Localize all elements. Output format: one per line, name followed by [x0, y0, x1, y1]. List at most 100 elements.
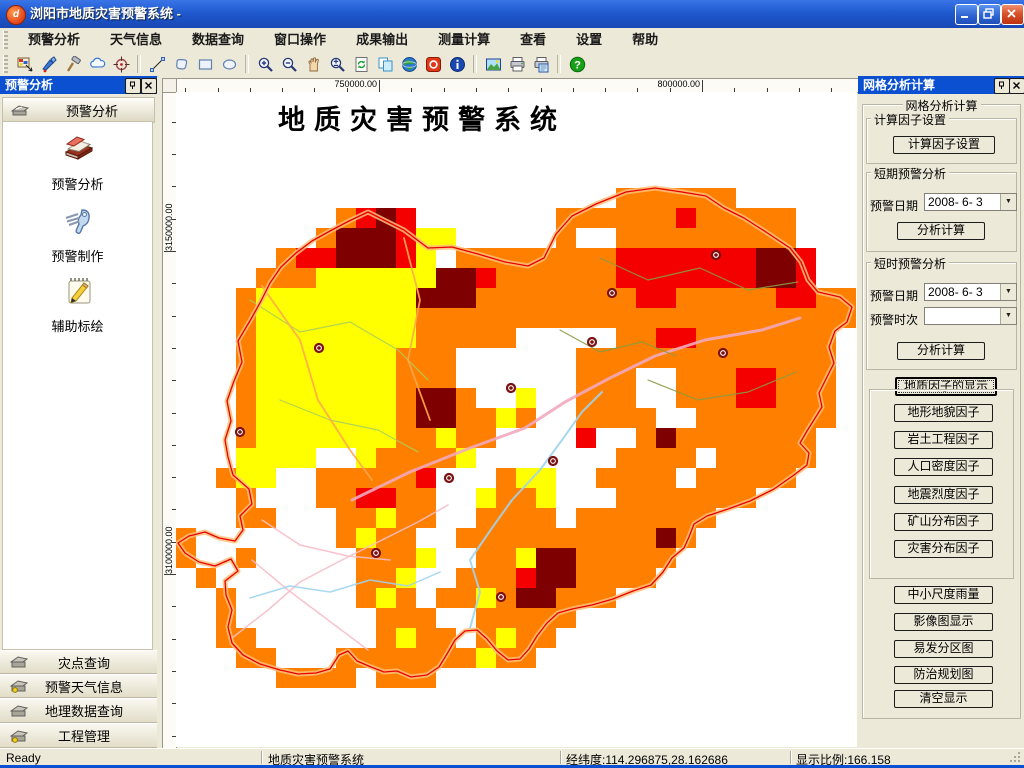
warning-date-combo[interactable]: 2008- 6- 3 ▼: [924, 193, 1017, 211]
right-panel-titlebar: 网格分析计算: [858, 76, 1024, 94]
short-term-analyze-button[interactable]: 分析计算: [897, 222, 985, 240]
chevron-down-icon[interactable]: ▼: [1000, 308, 1016, 324]
menu-item-8[interactable]: 设置: [561, 28, 617, 52]
ruler-label: 800000.00: [657, 79, 700, 89]
maketool-icon: [60, 204, 96, 238]
draw-polygon-icon: [175, 58, 187, 70]
target-tool-button[interactable]: [110, 53, 132, 75]
left-panel: 预警分析 预警分析 预警分析预警制作辅助标绘 灾点查询 预警天气信息 地理数据查询工…: [0, 76, 157, 748]
draw-ellipse-button[interactable]: [218, 53, 240, 75]
fax-yellow-icon: [9, 677, 29, 695]
immediate-analyze-button[interactable]: 分析计算: [897, 342, 985, 360]
pan-hand-button[interactable]: [302, 53, 324, 75]
svg-text:?: ?: [574, 59, 581, 71]
copy-view-button[interactable]: [374, 53, 396, 75]
paint-tool-button[interactable]: [38, 53, 60, 75]
help-button[interactable]: ?: [566, 53, 588, 75]
globe-button[interactable]: [398, 53, 420, 75]
factor-button-5[interactable]: 矿山分布因子: [894, 513, 993, 531]
tool-item-label: 预警制作: [51, 249, 104, 264]
factor-button-4[interactable]: 地震烈度因子: [894, 486, 993, 504]
sidebar-section-2[interactable]: 预警天气信息: [0, 674, 157, 698]
sidebar-section-4[interactable]: 工程管理: [0, 723, 157, 748]
display-button-5[interactable]: 清空显示: [894, 690, 993, 708]
right-panel: 网格分析计算 网格分析计算 计算因子设置 计算因子设置 短期预警分析 预警日期 …: [858, 76, 1024, 748]
map-canvas[interactable]: 地质灾害预警系统: [176, 92, 857, 747]
sidebar-section-3[interactable]: 地理数据查询: [0, 698, 157, 723]
display-button-3[interactable]: 易发分区图: [894, 640, 993, 658]
close-button[interactable]: [1001, 4, 1024, 25]
menu-item-3[interactable]: 数据查询: [177, 28, 259, 52]
toolbar-separator-3: [473, 55, 477, 73]
fax-yellow-icon: [9, 727, 29, 745]
right-panel-close-button[interactable]: [1009, 78, 1024, 94]
record-stop-icon: [425, 56, 441, 72]
close-icon: [1013, 82, 1020, 89]
resize-grip[interactable]: [1009, 751, 1022, 764]
print-preview-button[interactable]: [530, 53, 552, 75]
warning-time-combo[interactable]: ▼: [924, 307, 1017, 325]
window-titlebar: d 浏阳市地质灾害预警系统 -: [0, 0, 1024, 28]
record-stop-button[interactable]: [422, 53, 444, 75]
display-button-2[interactable]: 影像图显示: [894, 613, 993, 631]
zoom-out-button[interactable]: [278, 53, 300, 75]
menu-item-4[interactable]: 窗口操作: [259, 28, 341, 52]
display-button-1[interactable]: 中小尺度雨量: [894, 586, 993, 604]
factor-button-1[interactable]: 地形地貌因子: [894, 404, 993, 422]
draw-rectangle-button[interactable]: [194, 53, 216, 75]
menu-bar: 预警分析 天气信息 数据查询 窗口操作 成果输出 测量计算 查看 设置 帮助: [0, 28, 1024, 53]
factor-button-3[interactable]: 人口密度因子: [894, 458, 993, 476]
print-icon: [510, 56, 524, 71]
draw-polygon-button[interactable]: [170, 53, 192, 75]
restore-button[interactable]: [978, 4, 1001, 25]
pin-button[interactable]: [994, 78, 1010, 94]
immediate-date-combo[interactable]: 2008- 6- 3 ▼: [924, 283, 1017, 301]
left-panel-titlebar: 预警分析: [0, 76, 157, 94]
window-title: 浏阳市地质灾害预警系统 -: [30, 6, 181, 21]
warning-date-label: 预警日期: [870, 289, 919, 303]
display-button-4[interactable]: 防治规划图: [894, 666, 993, 684]
info-button[interactable]: [446, 53, 468, 75]
menu-item-6[interactable]: 测量计算: [423, 28, 505, 52]
chevron-down-icon[interactable]: ▼: [1000, 284, 1016, 300]
menu-item-7[interactable]: 查看: [505, 28, 561, 52]
chevron-down-icon[interactable]: ▼: [1000, 194, 1016, 210]
zoom-extent-button[interactable]: [326, 53, 348, 75]
left-panel-section-header[interactable]: 预警分析: [2, 97, 155, 123]
zoom-in-button[interactable]: [254, 53, 276, 75]
cloud-tool-button[interactable]: [86, 53, 108, 75]
factor-button-6[interactable]: 灾害分布因子: [894, 540, 993, 558]
menu-item-2[interactable]: 天气信息: [95, 28, 177, 52]
left-panel-close-button[interactable]: [141, 78, 157, 94]
image-view-button[interactable]: [482, 53, 504, 75]
edit-map-button[interactable]: [14, 53, 36, 75]
zoom-extent-icon: [330, 57, 345, 72]
tool-item-1[interactable]: 预警分析: [3, 132, 152, 193]
menu-item-5[interactable]: 成果输出: [341, 28, 423, 52]
pan-hand-icon: [307, 56, 319, 71]
factor-button-2[interactable]: 岩土工程因子: [894, 431, 993, 449]
map-title: 地质灾害预警系统: [278, 105, 566, 136]
menu-grip[interactable]: [3, 31, 8, 49]
pin-button[interactable]: [125, 78, 141, 94]
hazard-map[interactable]: [176, 92, 857, 747]
tool-item-2[interactable]: 预警制作: [3, 204, 152, 265]
sidebar-section-1[interactable]: 灾点查询: [0, 650, 157, 674]
refresh-view-button[interactable]: [350, 53, 372, 75]
ruler-label: 3150000.00: [164, 203, 174, 251]
warning-date-value: 2008- 6- 3: [928, 195, 983, 209]
draw-line-button[interactable]: [146, 53, 168, 75]
restore-icon: [983, 8, 994, 19]
menu-item-9[interactable]: 帮助: [617, 28, 673, 52]
factor-settings-button[interactable]: 计算因子设置: [893, 136, 995, 154]
app-icon: d: [6, 5, 26, 25]
toolbar-grip[interactable]: [3, 55, 8, 73]
minimize-icon: [961, 16, 968, 18]
draw-rectangle-icon: [198, 58, 212, 70]
tool-item-3[interactable]: 辅助标绘: [3, 274, 152, 335]
menu-item-1[interactable]: 预警分析: [13, 28, 95, 52]
print-button[interactable]: [506, 53, 528, 75]
minimize-button[interactable]: [955, 4, 978, 25]
hammer-tool-button[interactable]: [62, 53, 84, 75]
book-icon: [60, 132, 96, 166]
